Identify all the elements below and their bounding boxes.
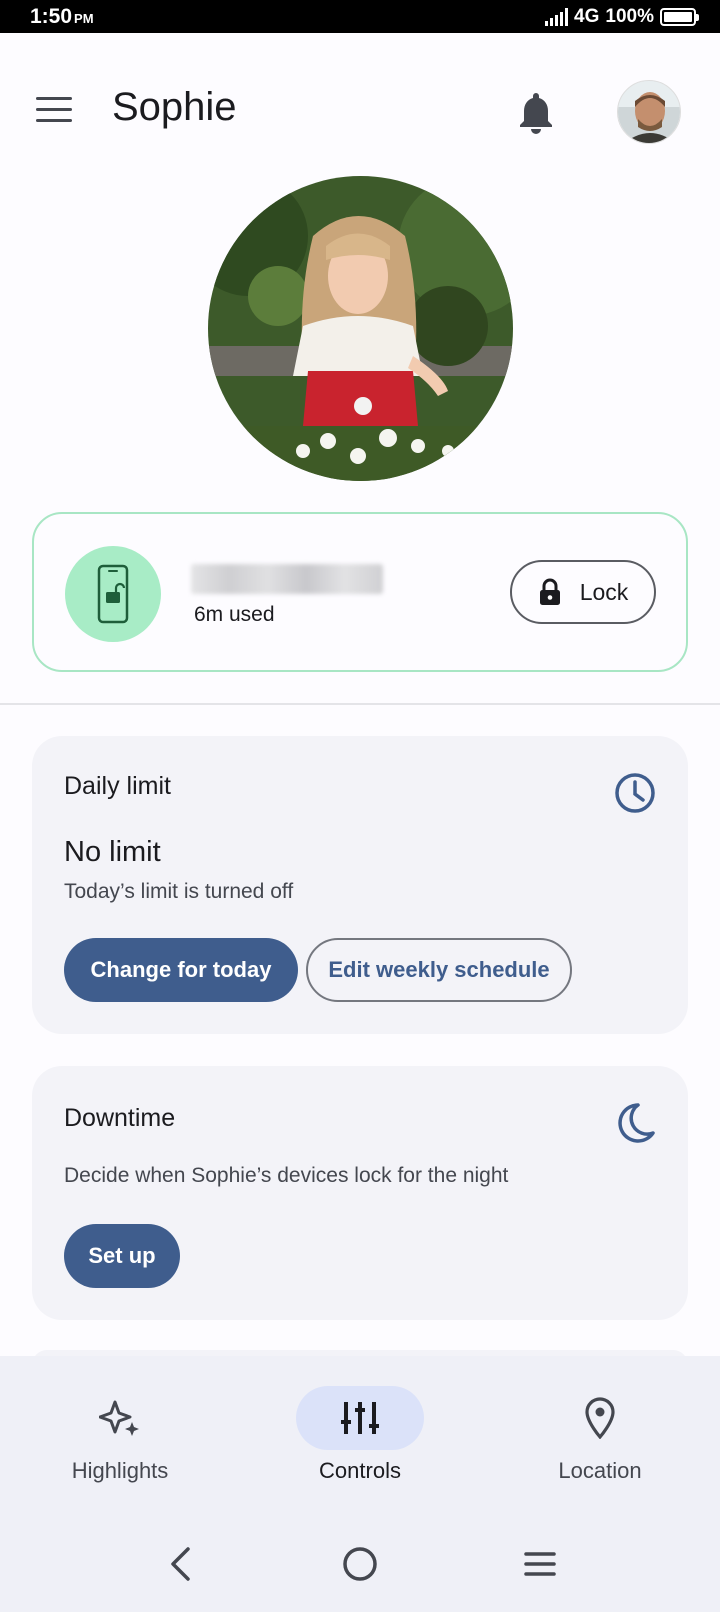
status-bar: 1:50 PM 4G 100% <box>0 0 720 33</box>
top-app-bar: Sophie <box>0 33 720 193</box>
page-title: Sophie <box>112 85 237 129</box>
status-time: 1:50 PM <box>30 5 94 29</box>
network-type: 4G <box>574 5 600 27</box>
home-icon[interactable] <box>336 1542 384 1586</box>
back-icon[interactable] <box>156 1542 204 1586</box>
tune-sliders-icon <box>296 1386 424 1450</box>
battery-percent: 100% <box>605 5 654 27</box>
nav-location-label: Location <box>558 1458 642 1483</box>
status-time-value: 1:50 <box>30 4 73 28</box>
edit-weekly-schedule-button[interactable]: Edit weekly schedule <box>306 938 572 1002</box>
location-pin-icon <box>536 1386 664 1450</box>
daily-limit-subtitle: Today’s limit is turned off <box>64 880 294 903</box>
daily-limit-title: Daily limit <box>64 772 171 800</box>
account-avatar[interactable] <box>617 80 681 144</box>
lock-icon <box>539 578 560 605</box>
daily-limit-status: No limit <box>64 836 161 868</box>
daily-limit-card: Daily limit No limit Today’s limit is tu… <box>32 736 688 1034</box>
nav-highlights-label: Highlights <box>71 1458 169 1483</box>
change-for-today-button[interactable]: Change for today <box>64 938 298 1002</box>
battery-icon <box>660 7 699 26</box>
notifications-bell-icon[interactable] <box>518 91 554 135</box>
downtime-title: Downtime <box>64 1104 176 1132</box>
device-card[interactable]: 6m used Lock <box>32 512 688 672</box>
child-profile-photo <box>208 176 513 481</box>
downtime-setup-button[interactable]: Set up <box>64 1224 180 1288</box>
status-indicators: 4G 100% <box>545 5 699 28</box>
recents-icon[interactable] <box>516 1542 564 1586</box>
nav-highlights[interactable]: Highlights <box>20 1386 220 1484</box>
lock-button-label: Lock <box>579 578 629 605</box>
device-name-redacted <box>191 564 383 594</box>
device-icon-badge <box>65 546 161 642</box>
device-usage-text: 6m used <box>194 603 275 626</box>
downtime-description: Decide when Sophie’s devices lock for th… <box>64 1164 509 1187</box>
sparkle-icon <box>56 1386 184 1450</box>
nav-location[interactable]: Location <box>500 1386 700 1484</box>
clock-icon <box>614 772 656 819</box>
menu-icon[interactable] <box>36 97 72 125</box>
downtime-card: Downtime Decide when Sophie’s devices lo… <box>32 1066 688 1320</box>
phone-unlocked-icon <box>97 564 129 624</box>
section-divider <box>0 703 720 705</box>
status-ampm: PM <box>74 10 94 26</box>
lock-device-button[interactable]: Lock <box>510 560 656 624</box>
signal-icon <box>545 7 569 26</box>
nav-controls[interactable]: Controls <box>260 1386 460 1484</box>
system-navigation-bar <box>0 1528 720 1600</box>
nav-controls-label: Controls <box>319 1458 401 1483</box>
moon-icon <box>614 1102 656 1149</box>
